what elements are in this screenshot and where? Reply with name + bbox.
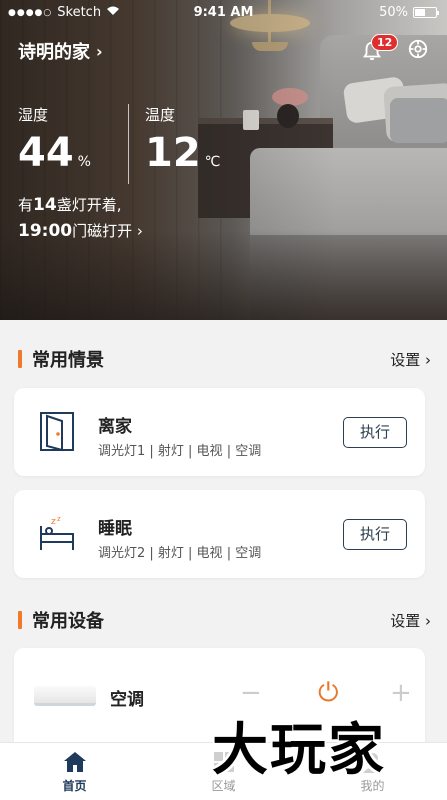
door-exit-icon [38,410,76,452]
temperature-label: 温度 [145,106,176,124]
air-conditioner-icon [34,686,96,706]
scenes-section-header: 常用情景 设置 › [18,345,431,373]
settings-icon [407,39,429,64]
hero-banner: ●●●●○ Sketch 9:41 AM 50% 诗明的家 › 12 湿度 44… [0,0,447,320]
tab-label: 首页 [62,779,87,793]
section-accent-bar [18,350,22,368]
notification-button[interactable]: 12 [361,34,399,62]
devices-section-header: 常用设备 设置 › [18,606,431,634]
status-summary[interactable]: 有14盏灯开着, 19:00门磁打开 › [18,192,143,244]
humidity-label: 湿度 [18,106,49,124]
watermark-logo: 大玩家 [212,717,386,783]
scene-card-sleep[interactable]: z z 睡眠 调光灯2 | 射灯 | 电视 | 空调 执行 [14,490,425,578]
scenes-section-title: 常用情景 [32,350,104,371]
settings-button[interactable] [407,38,429,64]
status-bar: ●●●●○ Sketch 9:41 AM 50% [0,0,447,26]
increase-button[interactable]: + [390,678,412,708]
scene-name: 离家 [98,417,132,437]
scene-devices: 调光灯2 | 射灯 | 电视 | 空调 [98,546,262,561]
home-icon [62,749,88,775]
environment-readings: 湿度 44% 温度 12 ℃ [18,104,258,184]
scene-card-leave-home[interactable]: 离家 调光灯1 | 射灯 | 电视 | 空调 执行 [14,388,425,476]
svg-text:z: z [57,515,61,523]
door-summary: 19:00门磁打开 › [18,221,143,241]
device-name: 空调 [110,690,144,710]
sleep-bed-icon: z z [38,512,76,554]
battery-icon [413,7,439,18]
execute-button[interactable]: 执行 [343,417,407,448]
execute-button[interactable]: 执行 [343,519,407,550]
humidity-value: 44% [18,130,91,176]
lights-summary: 有14盏灯开着, [18,195,122,215]
tab-home[interactable]: 首页 [0,743,149,800]
scene-name: 睡眠 [98,519,132,539]
scene-devices: 调光灯1 | 射灯 | 电视 | 空调 [98,444,262,459]
temperature-value: 12 ℃ [145,130,221,176]
devices-settings-link[interactable]: 设置 › [390,610,431,631]
notification-badge: 12 [371,34,399,51]
decrease-button[interactable]: − [240,678,262,708]
home-name: 诗明的家 [18,42,90,63]
section-accent-bar [18,611,22,629]
scenes-settings-link[interactable]: 设置 › [390,349,431,370]
chevron-right-icon: › [96,41,103,61]
battery-percent: 50% [379,5,408,20]
home-selector[interactable]: 诗明的家 › [18,38,103,64]
svg-text:z: z [51,517,56,527]
devices-section-title: 常用设备 [32,611,104,632]
